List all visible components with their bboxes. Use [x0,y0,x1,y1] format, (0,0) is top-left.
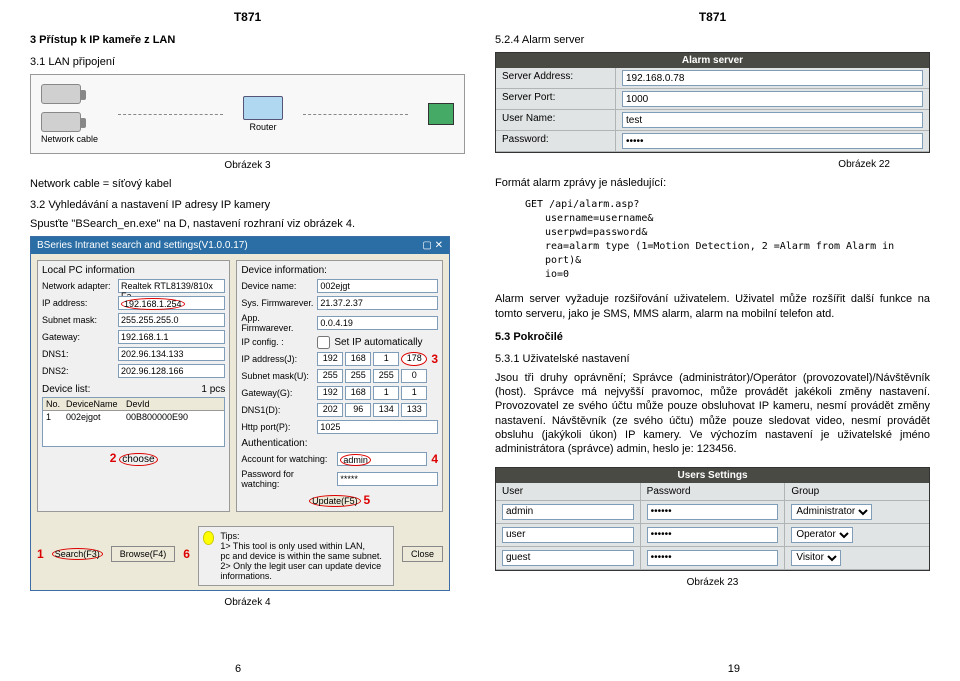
update-button[interactable]: Update(F5) [309,495,361,507]
col-pass: Password [641,483,786,500]
group-select[interactable]: Administrator [791,504,872,520]
users-settings-form: Users Settings User Password Group Admin… [495,467,930,571]
close-button[interactable]: Close [402,546,443,562]
localpc-header: Local PC information [42,265,225,276]
network-diagram: Network cable Router [30,74,465,154]
browse-button[interactable]: Browse(F4) [111,546,176,562]
router-icon [243,96,283,120]
table-row: Visitor [496,547,929,570]
section-31: 3.1 LAN připojení [30,56,465,68]
devcount: 1 pcs [201,384,225,395]
caption-obr23: Obrázek 23 [495,577,930,588]
group-select[interactable]: Visitor [791,550,841,566]
choose-label: choose [119,453,157,466]
spustte-text: Spusťte "BSearch_en.exe" na D, nastavení… [30,217,465,231]
window-controls[interactable]: ▢ ✕ [422,240,443,251]
device-list[interactable]: No.DeviceNameDevId 1002ejgot00B800000E90 [42,397,225,447]
section-32: 3.2 Vyhledávání a nastavení IP adresy IP… [30,199,465,211]
red-marker-2: 2 [110,451,117,465]
ipaddress-input[interactable]: 1921681178 [317,352,427,366]
table-row: Administrator [496,501,929,524]
format-line: Formát alarm zprávy je následující: [495,176,930,190]
red-marker-5: 5 [363,493,370,507]
server-port-input[interactable] [622,91,923,107]
httpport-input[interactable]: 1025 [317,420,438,434]
section-3: 3 Přístup k IP kameře z LAN [30,34,465,46]
password-input[interactable] [622,133,923,149]
bsearch-window: BSeries Intranet search and settings(V1.… [30,236,450,591]
username-input[interactable] [622,112,923,128]
api-block: GET /api/alarm.asp? username=username& u… [525,198,930,282]
section-531: 5.3.1 Uživatelské nastavení [495,353,930,365]
camera-icon [41,112,81,132]
devlist-label: Device list: [42,384,90,395]
users-settings-title: Users Settings [496,468,929,483]
cable-label: Network cable [41,134,98,144]
user-input[interactable] [502,550,634,566]
col-group: Group [785,483,929,500]
alarm-server-form: Alarm server Server Address: Server Port… [495,52,930,153]
account-input[interactable]: admin [337,452,427,466]
netadapter-select[interactable]: Realtek RTL8139/810x Fa [118,279,225,293]
user-input[interactable] [502,504,634,520]
alarm-server-title: Alarm server [496,53,929,68]
pagenum-right: 19 [728,663,740,675]
list-item[interactable]: 1002ejgot00B800000E90 [43,411,224,423]
section-524: 5.2.4 Alarm server [495,34,930,46]
left-page: T871 3 Přístup k IP kameře z LAN 3.1 LAN… [30,10,465,614]
bsearch-titlebar: BSeries Intranet search and settings(V1.… [31,237,449,254]
search-button[interactable]: Search(F3) [52,548,103,560]
camera-icon [41,84,81,104]
pass-input[interactable] [647,504,779,520]
red-marker-3: 3 [431,352,438,366]
section-53: 5.3 Pokročilé [495,331,930,343]
table-row: Operator [496,524,929,547]
server-address-input[interactable] [622,70,923,86]
password-input[interactable]: ***** [337,472,438,486]
right-page: T871 5.2.4 Alarm server Alarm server Ser… [495,10,930,614]
group-select[interactable]: Operator [791,527,853,543]
users-para: Jsou tři druhy oprávnění; Správce (admin… [495,371,930,457]
devinfo-header: Device information: [241,265,438,276]
pass-input[interactable] [647,527,779,543]
page-header-right: T871 [495,10,930,24]
devinfo-panel: Device information: Device name:002ejgt … [236,260,443,512]
extension-para: Alarm server vyžaduje rozšiřování uživat… [495,292,930,321]
user-input[interactable] [502,527,634,543]
network-note: Network cable = síťový kabel [30,177,465,191]
setip-auto-checkbox[interactable] [317,336,330,349]
page-header-left: T871 [30,10,465,24]
caption-obr3: Obrázek 3 [30,160,465,171]
bulb-icon [203,531,214,545]
col-user: User [496,483,641,500]
caption-obr4: Obrázek 4 [30,597,465,608]
router-label: Router [243,122,283,132]
pass-input[interactable] [647,550,779,566]
pagenum-left: 6 [235,663,241,675]
localpc-panel: Local PC information Network adapter:Rea… [37,260,230,512]
caption-obr22: Obrázek 22 [495,159,930,170]
pc-icon [428,103,454,125]
auth-header: Authentication: [241,438,438,449]
bsearch-title-text: BSeries Intranet search and settings(V1.… [37,240,248,251]
